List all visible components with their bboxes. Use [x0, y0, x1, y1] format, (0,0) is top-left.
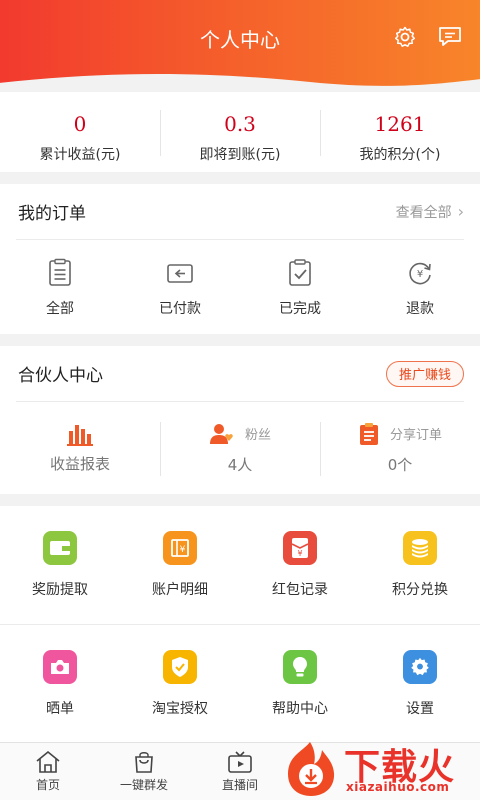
taobao-auth[interactable]: 淘宝授权 [120, 650, 240, 718]
flame-icon [288, 742, 335, 796]
message-icon [439, 27, 461, 46]
home-icon [36, 750, 60, 773]
fans-stat[interactable]: 粉丝 4人 [160, 420, 320, 476]
bag-icon [135, 752, 153, 773]
list-icon [49, 258, 71, 286]
gear-icon [403, 650, 437, 684]
order-paid-label: 已付款 [159, 301, 201, 317]
earnings-report-label: 收益报表 [49, 454, 110, 473]
red-envelope-label: 红包记录 [272, 582, 328, 598]
stat-label: 累计收益(元) [39, 147, 121, 163]
help-center[interactable]: 帮助中心 [240, 650, 360, 718]
settings-entry[interactable]: 设置 [360, 650, 480, 718]
fans-count: 4人 [227, 455, 253, 474]
account-detail-icon: ¥ [163, 531, 197, 565]
stat-label: 即将到账(元) [199, 147, 281, 163]
partner-header: 合伙人中心 推广赚钱 [16, 346, 464, 402]
svg-text:¥: ¥ [297, 549, 302, 558]
stat-label: 我的积分(个) [359, 147, 441, 163]
order-refund-label: 退款 [406, 301, 434, 317]
header: 个人中心 [0, 0, 480, 100]
points-exchange[interactable]: 积分兑换 [360, 531, 480, 599]
message-button[interactable] [436, 23, 464, 51]
view-all-link[interactable]: 查看全部 › [396, 202, 464, 222]
refund-icon: ¥ [409, 262, 431, 285]
view-all-label: 查看全部 [395, 204, 452, 221]
shared-orders-count: 0个 [387, 455, 413, 474]
check-clipboard-icon [289, 259, 311, 286]
account-detail[interactable]: ¥ 账户明细 [120, 531, 240, 599]
promote-earn-button[interactable]: 推广赚钱 [385, 360, 464, 387]
fans-label: 粉丝 [244, 428, 271, 443]
stat-total-earnings[interactable]: 0 累计收益(元) [0, 104, 160, 163]
order-completed-label: 已完成 [279, 301, 321, 317]
lightbulb-icon [283, 650, 317, 684]
fans-icon [209, 423, 233, 444]
bar-chart-icon [67, 424, 93, 446]
order-completed[interactable]: 已完成 [240, 258, 360, 318]
reward-withdraw[interactable]: 奖励提取 [0, 531, 120, 599]
shared-orders-stat[interactable]: 分享订单 0个 [320, 420, 480, 476]
tools-card: 奖励提取 ¥ 账户明细 ¥ 红包记录 积分兑换 晒单 淘宝授权 帮助中心 设置 [0, 506, 480, 742]
stat-points[interactable]: 1261 我的积分(个) [320, 104, 480, 163]
order-status-row: 全部 已付款 已完成 ¥ 退款 [0, 240, 480, 336]
partner-card: 合伙人中心 推广赚钱 收益报表 粉丝 4人 分享订单 0个 [0, 346, 480, 494]
watermark-logo: 下载火 xiazaihuo.com [280, 734, 480, 800]
wallet-icon [43, 531, 77, 565]
partner-stats-row: 收益报表 粉丝 4人 分享订单 0个 [0, 402, 480, 494]
order-refund[interactable]: ¥ 退款 [360, 258, 480, 318]
stat-value: 1261 [374, 112, 426, 136]
tab-home-label: 首页 [35, 778, 60, 792]
orders-title: 我的订单 [18, 204, 86, 224]
tab-broadcast[interactable]: 一键群发 [96, 743, 192, 800]
tv-icon [228, 751, 252, 773]
earnings-report[interactable]: 收益报表 [0, 420, 160, 476]
shield-check-icon [163, 650, 197, 684]
reward-withdraw-label: 奖励提取 [32, 582, 88, 598]
partner-title: 合伙人中心 [18, 366, 103, 386]
watermark-site: xiazaihuo.com [346, 780, 450, 794]
orders-card: 我的订单 查看全部 › 全部 已付款 已完成 ¥ 退款 [0, 184, 480, 334]
points-exchange-label: 积分兑换 [392, 582, 448, 598]
tab-live-label: 直播间 [221, 778, 258, 792]
order-paid[interactable]: 已付款 [120, 258, 240, 318]
tools-row-1: 奖励提取 ¥ 账户明细 ¥ 红包记录 积分兑换 [0, 506, 480, 624]
orders-header: 我的订单 查看全部 › [16, 184, 464, 240]
order-all[interactable]: 全部 [0, 258, 120, 318]
tab-broadcast-label: 一键群发 [119, 778, 168, 792]
shared-orders-label: 分享订单 [389, 428, 442, 443]
share-order-icon [359, 422, 378, 445]
stats-panel: 0 累计收益(元) 0.3 即将到账(元) 1261 我的积分(个) [0, 92, 480, 172]
order-all-label: 全部 [46, 301, 74, 317]
stat-value: 0.3 [224, 112, 256, 136]
wallet-icon [167, 264, 193, 283]
show-order[interactable]: 晒单 [0, 650, 120, 718]
camera-icon [43, 650, 77, 684]
taobao-auth-label: 淘宝授权 [152, 701, 208, 717]
red-envelope-record[interactable]: ¥ 红包记录 [240, 531, 360, 599]
settings-label: 设置 [406, 701, 434, 717]
svg-text:¥: ¥ [417, 269, 423, 280]
tab-live[interactable]: 直播间 [192, 743, 288, 800]
stat-pending[interactable]: 0.3 即将到账(元) [160, 104, 320, 163]
settings-button[interactable] [391, 23, 419, 51]
tab-home[interactable]: 首页 [0, 743, 96, 800]
show-order-label: 晒单 [46, 701, 74, 717]
help-center-label: 帮助中心 [272, 701, 328, 717]
stat-value: 0 [73, 112, 87, 136]
account-detail-label: 账户明细 [152, 582, 208, 598]
red-envelope-icon: ¥ [283, 531, 317, 565]
coins-icon [403, 531, 437, 565]
gear-icon [394, 26, 416, 47]
svg-text:¥: ¥ [180, 545, 186, 555]
chevron-right-icon: › [457, 202, 464, 221]
tools-row-2: 晒单 淘宝授权 帮助中心 设置 [0, 625, 480, 743]
